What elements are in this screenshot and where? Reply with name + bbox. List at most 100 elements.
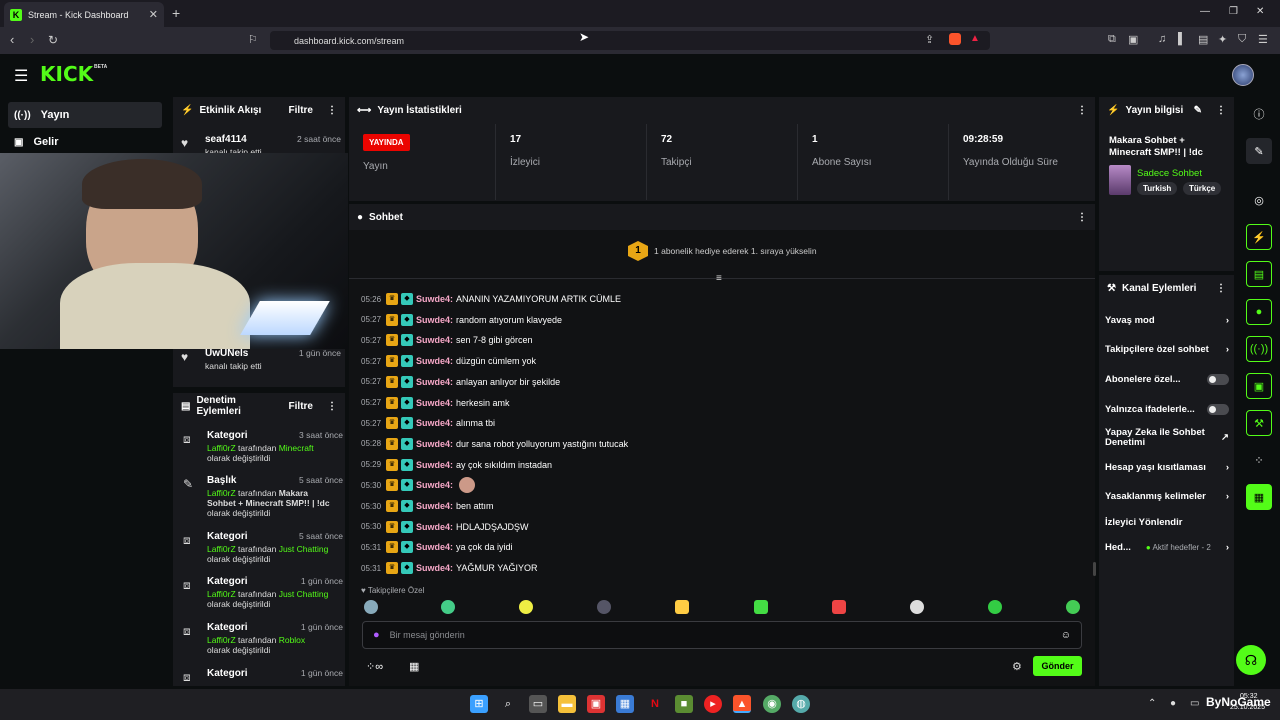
message-username[interactable]: Suwde4: bbox=[416, 315, 453, 325]
emote-7[interactable] bbox=[832, 600, 846, 614]
window-close-icon[interactable]: ✕ bbox=[1256, 6, 1264, 17]
new-tab-icon[interactable]: + bbox=[172, 5, 180, 21]
wallet-icon[interactable]: ▣ bbox=[1128, 33, 1138, 46]
bolt-icon[interactable]: ⚡ bbox=[1246, 224, 1272, 250]
emote-6[interactable] bbox=[754, 600, 768, 614]
mic-tray-icon[interactable]: ● bbox=[1170, 698, 1176, 709]
broadcast-icon[interactable]: ((·)) bbox=[1246, 336, 1272, 362]
tag[interactable]: Türkçe bbox=[1183, 182, 1222, 195]
moderation-icon[interactable]: ▣ bbox=[1246, 373, 1272, 399]
emote-10[interactable] bbox=[1066, 600, 1080, 614]
ai-moderation-row[interactable]: Yapay Zeka ile Sohbet Denetimi ↗ bbox=[1105, 428, 1229, 448]
support-icon[interactable]: ☊ bbox=[1236, 645, 1266, 675]
search-icon[interactable]: ⌕ bbox=[499, 695, 517, 713]
emote-1[interactable] bbox=[364, 600, 378, 614]
points-icon[interactable]: ⁘∞ bbox=[366, 660, 383, 673]
activity-more-icon[interactable]: ⋮ bbox=[327, 105, 337, 116]
webcam-overlay-video[interactable] bbox=[0, 153, 348, 349]
sidebar-item-revenue[interactable]: ▣ Gelir bbox=[8, 129, 162, 155]
brave-wallet-icon[interactable]: ▤ bbox=[1198, 33, 1208, 46]
message-username[interactable]: Suwde4: bbox=[416, 563, 453, 573]
message-username[interactable]: Suwde4: bbox=[416, 522, 453, 532]
globe-icon[interactable]: ◍ bbox=[792, 695, 810, 713]
extensions-icon[interactable]: ⧉ bbox=[1108, 33, 1116, 46]
message-username[interactable]: Suwde4: bbox=[416, 335, 453, 345]
chat-settings-icon[interactable]: ⚙ bbox=[1012, 660, 1022, 673]
chat-input[interactable]: ● Bir mesaj gönderin ☺ bbox=[362, 621, 1082, 649]
sidebar-toggle-icon[interactable]: ▌ bbox=[1178, 33, 1186, 45]
message-username[interactable]: Suwde4: bbox=[416, 460, 453, 470]
emotes-only-toggle[interactable] bbox=[1207, 404, 1229, 415]
send-button[interactable]: Gönder bbox=[1033, 656, 1082, 676]
browser-tab[interactable]: K Stream - Kick Dashboard ✕ bbox=[4, 2, 164, 27]
file-explorer-icon[interactable]: ▬ bbox=[558, 695, 576, 713]
message-username[interactable]: Suwde4: bbox=[416, 398, 453, 408]
network-icon[interactable]: ▭ bbox=[1190, 698, 1199, 709]
restore-icon[interactable]: ❐ bbox=[1229, 6, 1238, 17]
add-widget-icon[interactable]: ▦ bbox=[1246, 484, 1272, 510]
camera-icon[interactable]: ◎ bbox=[1246, 187, 1272, 213]
kick-logo[interactable]: KICK bbox=[40, 62, 93, 86]
menu-icon[interactable]: ☰ bbox=[1258, 33, 1268, 46]
message-username[interactable]: Suwde4: bbox=[416, 439, 453, 449]
channel-actions-more-icon[interactable]: ⋮ bbox=[1216, 283, 1226, 294]
wrench-icon[interactable]: ⚒ bbox=[1246, 410, 1272, 436]
sidebar-item-stream[interactable]: ((·)) Yayın bbox=[8, 102, 162, 128]
media-player-icon[interactable]: ▸ bbox=[704, 695, 722, 713]
brave-rewards-icon[interactable]: ▲ bbox=[970, 33, 980, 44]
followers-only-row[interactable]: Takipçilere özel sohbet › bbox=[1105, 344, 1229, 355]
category-thumbnail[interactable] bbox=[1109, 165, 1131, 195]
start-icon[interactable]: ⊞ bbox=[470, 695, 488, 713]
message-username[interactable]: Suwde4: bbox=[416, 542, 453, 552]
hamburger-menu-icon[interactable]: ☰ bbox=[14, 66, 28, 86]
info-icon[interactable]: ⓘ bbox=[1246, 101, 1272, 127]
emote-2[interactable] bbox=[441, 600, 455, 614]
stream-info-more-icon[interactable]: ⋮ bbox=[1216, 105, 1226, 116]
moderation-filter-button[interactable]: Filtre bbox=[289, 401, 313, 412]
media-icon[interactable]: ♫ bbox=[1158, 33, 1166, 45]
emote-8[interactable] bbox=[910, 600, 924, 614]
moderation-more-icon[interactable]: ⋮ bbox=[327, 401, 337, 412]
chat-more-icon[interactable]: ⋮ bbox=[1077, 212, 1087, 223]
message-username[interactable]: Suwde4: bbox=[416, 480, 453, 490]
brave-shields-icon[interactable] bbox=[949, 33, 961, 45]
category-link[interactable]: Sadece Sohbet bbox=[1137, 168, 1202, 179]
dots-icon[interactable]: ⁘ bbox=[1246, 447, 1272, 473]
edit-icon[interactable]: ✎ bbox=[1246, 138, 1272, 164]
message-username[interactable]: Suwde4: bbox=[416, 294, 453, 304]
reload-icon[interactable]: ↻ bbox=[48, 33, 58, 47]
emoji-icon[interactable]: ☺ bbox=[1061, 630, 1071, 641]
stats-more-icon[interactable]: ⋮ bbox=[1077, 105, 1087, 116]
store-icon[interactable]: ▦ bbox=[616, 695, 634, 713]
emote-3[interactable] bbox=[519, 600, 533, 614]
close-tab-icon[interactable]: ✕ bbox=[149, 8, 158, 21]
slow-mode-row[interactable]: Yavaş mod › bbox=[1105, 315, 1229, 326]
netflix-icon[interactable]: N bbox=[646, 695, 664, 713]
subscribers-only-toggle[interactable] bbox=[1207, 374, 1229, 385]
share-icon[interactable]: ⇪ bbox=[925, 33, 934, 46]
forward-icon[interactable]: › bbox=[30, 32, 34, 47]
document-icon[interactable]: ▤ bbox=[1246, 261, 1272, 287]
collapse-leaderboard-icon[interactable]: ≡ bbox=[716, 273, 722, 284]
message-username[interactable]: Suwde4: bbox=[416, 377, 453, 387]
message-username[interactable]: Suwde4: bbox=[416, 501, 453, 511]
account-age-row[interactable]: Hesap yaşı kısıtlaması › bbox=[1105, 462, 1229, 473]
activity-filter-button[interactable]: Filtre bbox=[289, 105, 313, 116]
app-icon[interactable]: ▣ bbox=[587, 695, 605, 713]
chat-scrollbar[interactable] bbox=[1093, 562, 1096, 576]
banned-words-row[interactable]: Yasaklanmış kelimeler › bbox=[1105, 491, 1229, 502]
minimize-icon[interactable]: — bbox=[1200, 6, 1210, 17]
tag[interactable]: Turkish bbox=[1137, 182, 1178, 195]
microphone-icon[interactable]: ● bbox=[373, 629, 380, 641]
host-row[interactable]: İzleyici Yönlendir bbox=[1105, 517, 1229, 528]
edit-icon[interactable]: ✎ bbox=[1194, 105, 1202, 116]
minecraft-icon[interactable]: ■ bbox=[675, 695, 693, 713]
message-username[interactable]: Suwde4: bbox=[416, 356, 453, 366]
chat-icon[interactable]: ● bbox=[1246, 299, 1272, 325]
store-icon[interactable]: ▦ bbox=[409, 660, 419, 673]
tray-chevron-icon[interactable]: ⌃ bbox=[1148, 698, 1156, 709]
app-icon-2[interactable]: ◉ bbox=[763, 695, 781, 713]
goals-row[interactable]: Hed... ● Aktif hedefler - 2 › bbox=[1105, 542, 1229, 553]
brave-icon[interactable]: ▲ bbox=[733, 695, 751, 713]
leo-ai-icon[interactable]: ✦ bbox=[1218, 33, 1227, 46]
